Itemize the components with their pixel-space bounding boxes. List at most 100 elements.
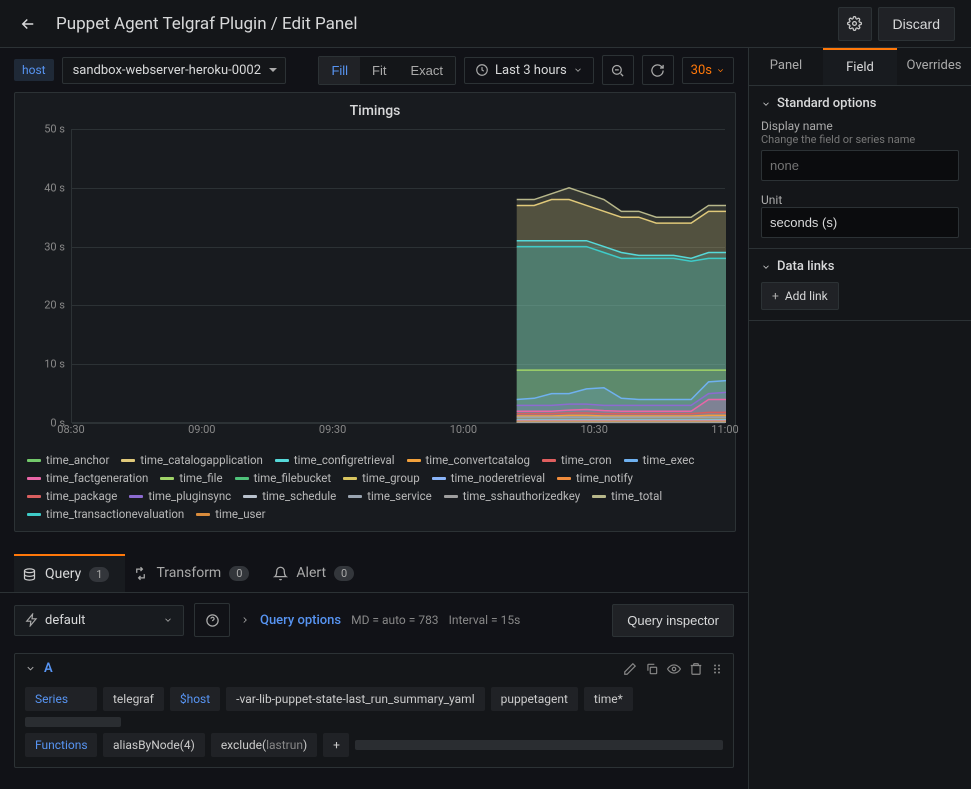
time-range-label: Last 3 hours <box>495 63 567 78</box>
seg-host[interactable]: $host <box>170 687 220 711</box>
zoom-out-button[interactable] <box>602 55 634 85</box>
seg-puppetagent[interactable]: puppetagent <box>491 687 578 711</box>
fit-button[interactable]: Fit <box>360 57 398 84</box>
unit-input[interactable] <box>761 207 959 238</box>
refresh-button[interactable] <box>642 55 674 85</box>
tab-panel[interactable]: Panel <box>749 48 823 85</box>
legend-swatch <box>27 513 41 516</box>
legend-item[interactable]: time_sshauthorizedkey <box>444 489 580 503</box>
legend-item[interactable]: time_factgeneration <box>27 471 148 485</box>
legend-label: time_cron <box>561 453 612 467</box>
fit-mode-group: Fill Fit Exact <box>318 56 456 85</box>
legend-swatch <box>542 459 556 462</box>
legend-item[interactable]: time_filebucket <box>235 471 332 485</box>
refresh-rate-select[interactable]: 30s <box>682 57 734 84</box>
discard-button[interactable]: Discard <box>878 7 955 41</box>
query-options-toggle[interactable]: Query options <box>260 613 341 628</box>
legend-label: time_catalogapplication <box>140 453 263 467</box>
y-tick: 40 s <box>44 181 65 194</box>
func-add[interactable]: + <box>323 733 349 757</box>
legend-label: time_configretrieval <box>294 453 395 467</box>
query-count: 1 <box>89 567 109 582</box>
legend-item[interactable]: time_file <box>160 471 222 485</box>
chevron-right-icon[interactable] <box>240 615 250 625</box>
query-refid[interactable]: A <box>44 661 53 676</box>
legend-item[interactable]: time_cron <box>542 453 612 467</box>
legend: time_anchor time_catalogapplication time_c… <box>27 453 723 521</box>
legend-item[interactable]: time_transactionevaluation <box>27 507 184 521</box>
legend-item[interactable]: time_schedule <box>243 489 336 503</box>
legend-swatch <box>557 477 571 480</box>
y-tick: 50 s <box>44 123 65 136</box>
host-select[interactable]: sandbox-webserver-heroku-0002 <box>62 57 286 84</box>
legend-swatch <box>275 459 289 462</box>
query-inspector-button[interactable]: Query inspector <box>612 604 734 637</box>
legend-item[interactable]: time_anchor <box>27 453 109 467</box>
data-links-header[interactable]: Data links <box>761 259 959 274</box>
legend-item[interactable]: time_service <box>348 489 431 503</box>
delete-icon[interactable] <box>689 662 703 676</box>
display-name-input[interactable] <box>761 150 959 181</box>
panel: Timings 0 s10 s20 s30 s40 s50 s 08:3009:… <box>14 92 736 532</box>
duplicate-icon[interactable] <box>645 662 659 676</box>
edit-icon[interactable] <box>623 662 637 676</box>
func-aliasbynode[interactable]: aliasByNode(4) <box>103 733 205 757</box>
seg-path[interactable]: -var-lib-puppet-state-last_run_summary_y… <box>226 687 484 711</box>
legend-label: time_group <box>362 471 420 485</box>
legend-item[interactable]: time_catalogapplication <box>121 453 263 467</box>
variable-label: host <box>14 59 54 81</box>
legend-item[interactable]: time_pluginsync <box>129 489 231 503</box>
func-exclude[interactable]: exclude(lastrun) <box>211 733 317 757</box>
chevron-down-icon[interactable] <box>25 663 36 674</box>
legend-label: time_noderetrieval <box>451 471 545 485</box>
settings-button[interactable] <box>838 7 872 41</box>
legend-swatch <box>27 495 41 498</box>
legend-label: time_factgeneration <box>46 471 148 485</box>
legend-item[interactable]: time_notify <box>557 471 633 485</box>
legend-swatch <box>27 477 41 480</box>
legend-swatch <box>624 459 638 462</box>
x-tick: 09:30 <box>319 423 346 436</box>
query-tab-label: Query <box>45 566 81 582</box>
transform-tab-label: Transform <box>156 565 221 581</box>
seg-telegraf[interactable]: telegraf <box>103 687 164 711</box>
panel-title: Timings <box>27 103 723 119</box>
legend-swatch <box>27 459 41 462</box>
transform-count: 0 <box>229 566 249 581</box>
tab-overrides[interactable]: Overrides <box>897 48 971 85</box>
seg-add[interactable] <box>25 717 121 727</box>
legend-item[interactable]: time_group <box>343 471 420 485</box>
legend-item[interactable]: time_package <box>27 489 117 503</box>
query-interval: Interval = 15s <box>449 613 521 627</box>
seg-time[interactable]: time* <box>584 687 633 711</box>
series-label: Series <box>25 687 97 711</box>
drag-icon[interactable] <box>711 662 723 676</box>
back-button[interactable] <box>16 12 40 36</box>
legend-label: time_total <box>611 489 662 503</box>
legend-item[interactable]: time_user <box>196 507 265 521</box>
legend-swatch <box>407 459 421 462</box>
x-tick: 08:30 <box>57 423 84 436</box>
tab-field[interactable]: Field <box>823 48 897 85</box>
x-tick: 09:00 <box>188 423 215 436</box>
legend-item[interactable]: time_exec <box>624 453 695 467</box>
legend-item[interactable]: time_noderetrieval <box>432 471 545 485</box>
legend-swatch <box>129 495 143 498</box>
query-tab[interactable]: Query 1 <box>14 554 125 592</box>
standard-options-header[interactable]: Standard options <box>761 96 959 111</box>
transform-tab[interactable]: Transform 0 <box>125 554 265 592</box>
help-button[interactable] <box>194 603 230 637</box>
visibility-icon[interactable] <box>667 662 681 676</box>
legend-label: time_package <box>46 489 117 503</box>
fill-button[interactable]: Fill <box>319 57 360 84</box>
legend-item[interactable]: time_total <box>592 489 662 503</box>
add-link-button[interactable]: + Add link <box>761 282 839 310</box>
alert-tab[interactable]: Alert 0 <box>265 554 370 592</box>
legend-swatch <box>235 477 249 480</box>
time-range-picker[interactable]: Last 3 hours <box>464 57 594 84</box>
legend-item[interactable]: time_configretrieval <box>275 453 395 467</box>
exact-button[interactable]: Exact <box>399 57 456 84</box>
legend-item[interactable]: time_convertcatalog <box>407 453 531 467</box>
datasource-select[interactable]: default <box>14 605 184 636</box>
y-tick: 30 s <box>44 240 65 253</box>
